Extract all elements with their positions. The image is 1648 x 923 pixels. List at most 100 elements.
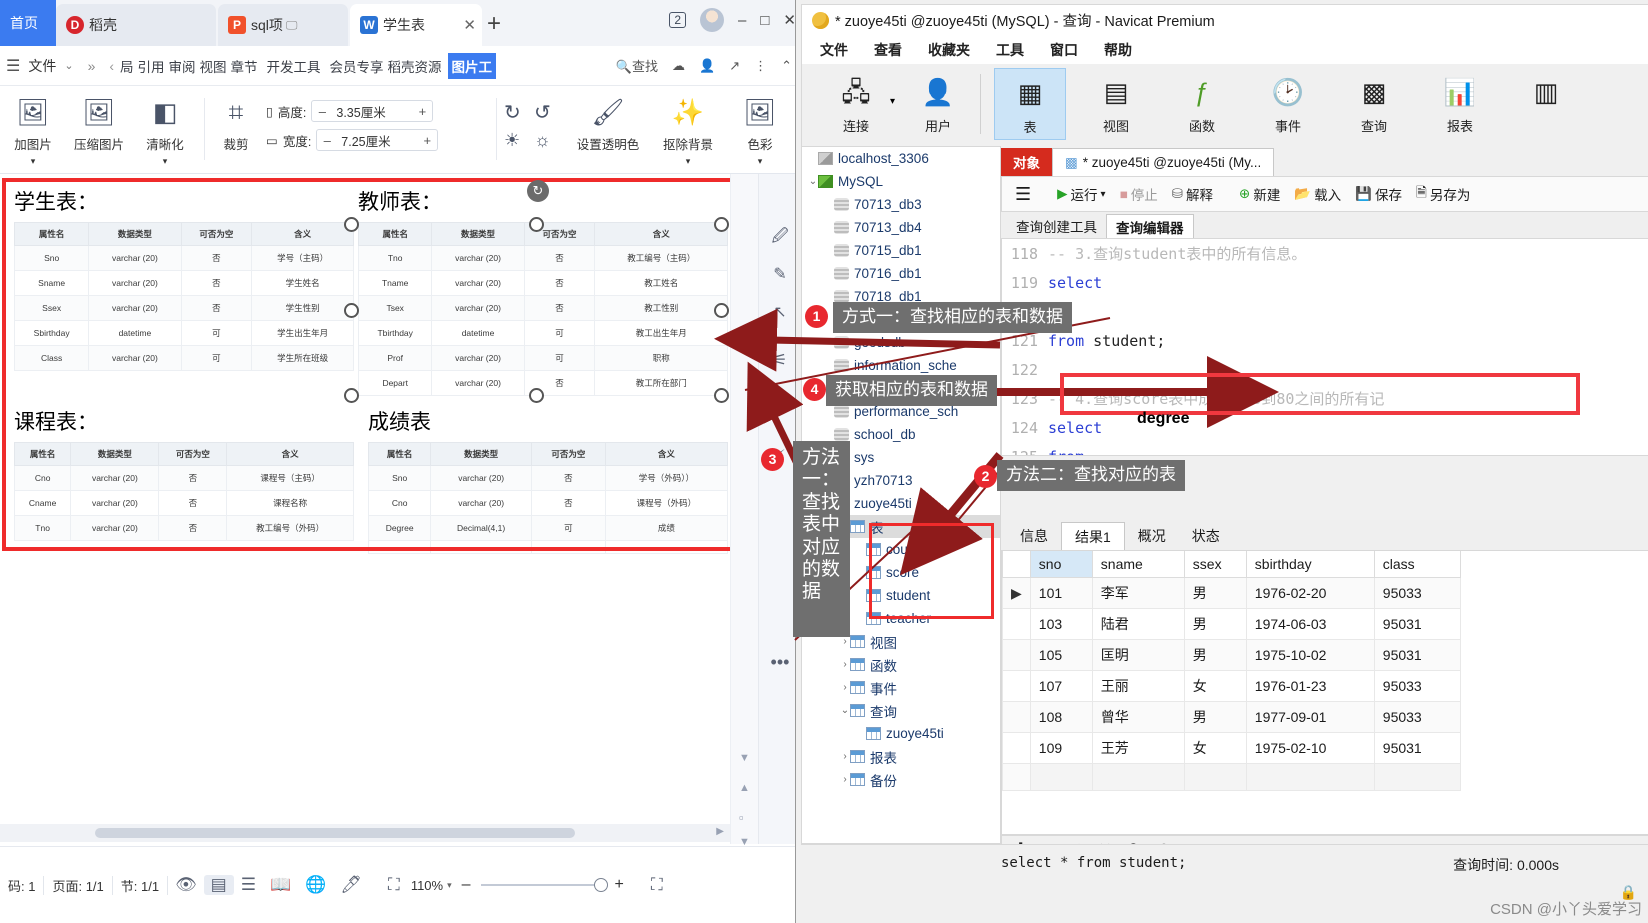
result-cell[interactable]: 匡明 (1091, 639, 1185, 671)
section-indicator[interactable]: 节: 1/1 (113, 875, 169, 895)
export-icon[interactable]: ↗ (729, 58, 740, 74)
tab-query-doc[interactable]: ▩ * zuoye45ti @zuoye45ti (My... (1052, 148, 1275, 176)
tree-node-[interactable]: › 备份 (802, 768, 1000, 791)
ribbon-tab-picture-tools[interactable]: 图片工 (447, 52, 497, 79)
save-button[interactable]: 💾 保存 (1350, 182, 1407, 206)
avatar[interactable] (700, 8, 725, 32)
ink-icon[interactable]: 🖊 (333, 875, 369, 895)
result-cell[interactable]: 1975-10-02 (1245, 639, 1375, 671)
stop-button[interactable]: ■ 停止 (1115, 182, 1163, 206)
tree-node-MySQL[interactable]: ⌄ MySQL (802, 170, 1000, 193)
page-view-icon[interactable]: ▤ (203, 875, 234, 895)
sql-line[interactable]: 124 select (1002, 413, 1648, 442)
rotate-handle[interactable]: ↻ (527, 180, 549, 202)
remove-background-button[interactable]: ✨ 抠除背景 ▾ (652, 90, 724, 167)
wps-tab-student[interactable]: W 学生表 ✕ (350, 4, 482, 46)
minimize-button[interactable]: – (738, 12, 746, 29)
tab-query-editor[interactable]: 查询编辑器 (1106, 214, 1194, 238)
table-row[interactable]: 103 陆君男 1974-06-03 95031 (1002, 608, 1461, 640)
sql-line[interactable]: 125from (1002, 442, 1648, 456)
menu-view[interactable]: 查看 (874, 40, 902, 60)
tree-node-[interactable]: ⌄ 查询 (802, 699, 1000, 722)
scroll-left-icon[interactable]: ‹ (99, 58, 118, 74)
tree-node-goodsdb[interactable]: goodsdb (802, 331, 1000, 354)
pen-icon[interactable]: ✎ (767, 262, 793, 288)
result-cell[interactable]: 王芳 (1091, 732, 1185, 764)
brightness-up-icon[interactable]: ☀ (504, 130, 520, 151)
search-icon[interactable]: 🔍查找 (616, 56, 658, 75)
cloud-icon[interactable]: ☁ (672, 58, 685, 74)
result-cell-empty[interactable] (1091, 763, 1185, 791)
tree-node-70718_db1[interactable]: 70718_db1 (802, 285, 1000, 308)
scroll-down-icon[interactable]: ▼ (739, 752, 750, 764)
sharpen-button[interactable]: ◧ 清晰化 ▾ (134, 90, 196, 167)
result-cell[interactable]: 95031 (1373, 639, 1461, 671)
tree-node-performance_sch[interactable]: performance_sch (802, 400, 1000, 423)
result-cell[interactable]: 101 (1029, 577, 1093, 609)
web-view-icon[interactable]: 🌐 (298, 875, 333, 895)
resize-handle-bottom-left[interactable] (344, 388, 359, 403)
lightning-icon[interactable]: ⚡ (767, 444, 793, 470)
ribbon-tab-view[interactable]: 视图 (198, 53, 229, 79)
navicat-object-tree[interactable]: localhost_3306 ⌄ MySQL 70713_db3 70713_db4 70… (801, 146, 1001, 844)
toolbar-report-button[interactable]: 📊 报表 (1424, 68, 1496, 138)
tab-query-builder[interactable]: 查询创建工具 (1007, 214, 1106, 238)
menu-file[interactable]: 文件 (820, 40, 848, 60)
result-cell[interactable]: 103 (1029, 608, 1093, 640)
maximize-button[interactable]: □ (760, 12, 769, 29)
result-column-header[interactable]: sbirthday (1245, 551, 1375, 578)
tab-objects[interactable]: 对象 (1001, 148, 1052, 176)
tree-node-[interactable]: › 函数 (802, 653, 1000, 676)
tree-node-score[interactable]: score (802, 561, 1000, 584)
tab-profile[interactable]: 概况 (1125, 522, 1179, 550)
width-decrease-button[interactable]: – (317, 133, 337, 148)
file-menu-button[interactable]: 文件 (24, 56, 60, 76)
sql-line[interactable]: 118 -- 3.查询student表中的所有信息。 (1002, 239, 1648, 268)
tree-node-yzh70713[interactable]: yzh70713 (802, 469, 1000, 492)
settings-slider-icon[interactable]: ⚟ (767, 348, 793, 374)
menu-window[interactable]: 窗口 (1050, 40, 1078, 60)
sql-line[interactable]: 119 select (1002, 268, 1648, 297)
tab-count-badge[interactable]: 2 (669, 12, 687, 28)
cursor-icon[interactable]: ↖ (767, 300, 793, 326)
more-dots-icon[interactable]: ••• (767, 649, 793, 675)
resize-handle-bottom-right[interactable] (714, 388, 729, 403)
result-cell[interactable]: 95031 (1373, 608, 1461, 640)
toolbar-event-button[interactable]: 🕑 事件 (1252, 68, 1324, 138)
toolbar-user-button[interactable]: 👤 用户 (902, 68, 974, 138)
twisty-icon[interactable]: › (840, 751, 850, 762)
result-cell-empty[interactable] (1029, 763, 1093, 791)
width-spinbox[interactable]: – 7.25厘米 + (316, 129, 439, 151)
tree-node-localhost_3306[interactable]: localhost_3306 (802, 147, 1000, 170)
wps-horizontal-scrollbar[interactable]: ▶ (0, 824, 730, 842)
twisty-icon[interactable]: ⌄ (840, 705, 850, 716)
result-column-header[interactable]: sno (1029, 551, 1093, 578)
result-cell[interactable]: 95033 (1373, 670, 1461, 702)
wps-document-canvas[interactable]: 学生表： 属性名 数据类型 可否为空 含义 Sno varchar (20) 否学号（主码）… (0, 174, 730, 844)
result-cell[interactable]: 男 (1183, 577, 1247, 609)
share-user-icon[interactable]: 👤 (699, 58, 715, 74)
wps-hscroll-thumb[interactable] (95, 828, 575, 838)
twisty-icon[interactable]: › (840, 774, 850, 785)
result-cell[interactable]: 王丽 (1091, 670, 1185, 702)
height-increase-button[interactable]: + (412, 104, 432, 119)
doodle-icon[interactable]: 🖉 (767, 224, 793, 250)
height-decrease-button[interactable]: – (312, 104, 332, 119)
ribbon-tab-section[interactable]: 章节 (229, 53, 260, 79)
resize-handle-top-left[interactable] (344, 217, 359, 232)
menu-help[interactable]: 帮助 (1104, 40, 1132, 60)
ribbon-tab-references[interactable]: 引用 (136, 53, 167, 79)
menu-favorites[interactable]: 收藏夹 (928, 40, 970, 60)
prev-page-icon[interactable]: ▲ (739, 782, 750, 794)
result-cell[interactable]: 陆君 (1091, 608, 1185, 640)
result-cell[interactable]: 李军 (1091, 577, 1185, 609)
more-icon[interactable]: ⋮ (754, 58, 767, 74)
resize-handle-mid-left[interactable] (344, 303, 359, 318)
set-transparent-color-button[interactable]: 🖌 设置透明色 (572, 90, 644, 153)
wps-tab-sql[interactable]: P sql项 🖵 (218, 4, 348, 46)
height-spinbox[interactable]: – 3.35厘米 + (311, 100, 434, 122)
sql-line[interactable]: 123 -- 4.查询score表中成绩在60到80之间的所有记 (1002, 384, 1648, 413)
result-cell[interactable]: 男 (1183, 701, 1247, 733)
zoom-level-label[interactable]: 110% (407, 878, 447, 893)
toolbar-extra-button[interactable]: ▥ (1510, 68, 1582, 116)
